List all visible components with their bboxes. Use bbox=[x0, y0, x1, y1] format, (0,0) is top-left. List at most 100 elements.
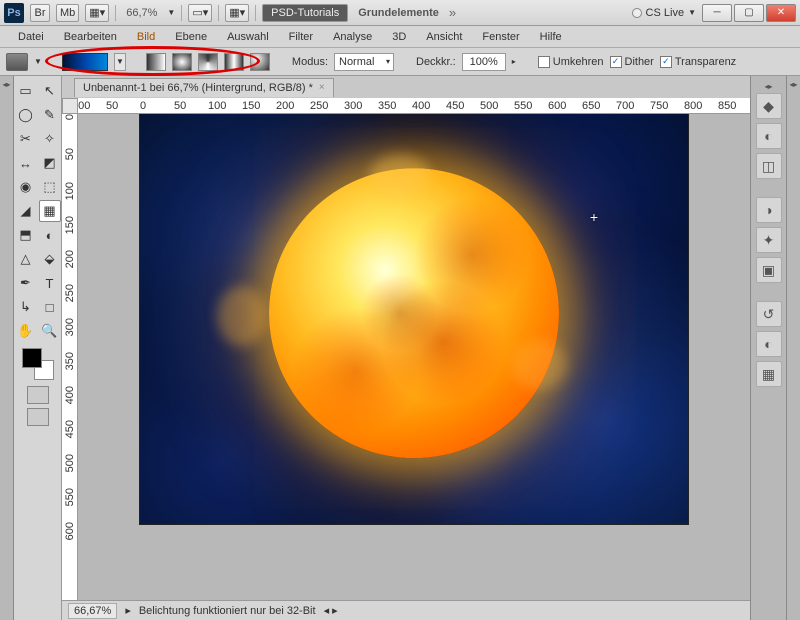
status-arrow-icon[interactable]: ◂ ▸ bbox=[324, 604, 338, 617]
channels-panel-icon[interactable]: ◐ bbox=[756, 123, 782, 149]
blur-tool[interactable]: ⬒ bbox=[15, 224, 37, 246]
gradient-tool[interactable]: ▦ bbox=[39, 200, 61, 222]
arrange-docs-button[interactable]: ▦▾ bbox=[85, 4, 109, 22]
menu-ebene[interactable]: Ebene bbox=[165, 28, 217, 46]
document-tab[interactable]: Unbenannt-1 bei 66,7% (Hintergrund, RGB/… bbox=[74, 78, 334, 97]
shape-tool[interactable]: T bbox=[39, 272, 61, 294]
cslive-icon bbox=[632, 8, 642, 18]
reverse-checkbox[interactable]: Umkehren bbox=[538, 56, 604, 68]
menu-bearbeiten[interactable]: Bearbeiten bbox=[54, 28, 127, 46]
ruler-vertical[interactable]: 050100150200250300350400450500550600 bbox=[62, 114, 78, 600]
gradient-picker[interactable] bbox=[62, 53, 108, 71]
checkbox-icon: ✓ bbox=[660, 56, 672, 68]
type-tool[interactable]: ⬙ bbox=[39, 248, 61, 270]
marquee-tool[interactable]: ▭ bbox=[15, 80, 37, 102]
lasso-tool[interactable]: ◯ bbox=[15, 104, 37, 126]
cslive-button[interactable]: CS Live▼ bbox=[632, 7, 696, 19]
left-dock-edge[interactable]: ◂▸ bbox=[0, 76, 14, 620]
status-bar: 66,67% ▸ Belichtung funktioniert nur bei… bbox=[62, 600, 750, 620]
3d-camera-tool[interactable]: □ bbox=[39, 296, 61, 318]
maximize-button[interactable]: ▢ bbox=[734, 4, 764, 22]
gradient-diamond-button[interactable] bbox=[250, 53, 270, 71]
move-tool[interactable]: ↖ bbox=[39, 80, 61, 102]
extras-button[interactable]: ▦▾ bbox=[225, 4, 249, 22]
zoom-display[interactable]: 66,7% bbox=[122, 7, 161, 19]
menu-bar: Datei Bearbeiten Bild Ebene Auswahl Filt… bbox=[0, 26, 800, 48]
dropdown-icon[interactable]: ▼ bbox=[167, 8, 175, 17]
dropdown-icon[interactable]: ▸ bbox=[512, 57, 516, 66]
cursor-crosshair: + bbox=[590, 209, 598, 225]
quickmask-button[interactable] bbox=[27, 386, 49, 404]
screenmode-button[interactable] bbox=[27, 408, 49, 426]
gradient-reflected-button[interactable] bbox=[224, 53, 244, 71]
history-brush-tool[interactable]: ⬚ bbox=[39, 176, 61, 198]
separator bbox=[181, 5, 182, 21]
viewport[interactable]: + bbox=[78, 114, 750, 600]
info-panel-icon[interactable]: ▦ bbox=[756, 361, 782, 387]
status-message: Belichtung funktioniert nur bei 32-Bit bbox=[139, 605, 316, 617]
status-zoom[interactable]: 66,67% bbox=[68, 603, 117, 619]
menu-hilfe[interactable]: Hilfe bbox=[530, 28, 572, 46]
dropdown-icon[interactable]: ▼ bbox=[34, 57, 42, 66]
wand-tool[interactable]: ✎ bbox=[39, 104, 61, 126]
artboard[interactable]: + bbox=[140, 114, 688, 524]
crop-tool[interactable]: ✂ bbox=[15, 128, 37, 150]
color-swatches[interactable] bbox=[22, 348, 54, 380]
foreground-color[interactable] bbox=[22, 348, 42, 368]
right-dock-edge[interactable]: ◂▸ bbox=[786, 76, 800, 620]
collapse-icon[interactable]: ◂▸ bbox=[764, 82, 772, 91]
heal-tool[interactable]: ↔ bbox=[15, 152, 37, 174]
3d-tool[interactable]: ↳ bbox=[15, 296, 37, 318]
menu-datei[interactable]: Datei bbox=[8, 28, 54, 46]
stamp-tool[interactable]: ◉ bbox=[15, 176, 37, 198]
menu-3d[interactable]: 3D bbox=[382, 28, 416, 46]
paths-panel-icon[interactable]: ◫ bbox=[756, 153, 782, 179]
screen-mode-button[interactable]: ▭▾ bbox=[188, 4, 212, 22]
status-arrow-icon[interactable]: ▸ bbox=[125, 604, 131, 617]
menu-auswahl[interactable]: Auswahl bbox=[217, 28, 279, 46]
opacity-input[interactable]: 100% bbox=[462, 53, 506, 71]
menu-analyse[interactable]: Analyse bbox=[323, 28, 382, 46]
tab-label: Unbenannt-1 bei 66,7% (Hintergrund, RGB/… bbox=[83, 82, 313, 94]
path-tool[interactable]: ✒ bbox=[15, 272, 37, 294]
layers-panel-icon[interactable]: ◆ bbox=[756, 93, 782, 119]
ruler-origin[interactable] bbox=[62, 98, 78, 114]
more-icon[interactable]: » bbox=[449, 5, 453, 20]
eyedropper-tool[interactable]: ✧ bbox=[39, 128, 61, 150]
flare bbox=[217, 286, 267, 346]
minimize-button[interactable]: ─ bbox=[702, 4, 732, 22]
history-panel-icon[interactable]: ↺ bbox=[756, 301, 782, 327]
adjustments-panel-icon[interactable]: ◑ bbox=[756, 197, 782, 223]
brush-tool[interactable]: ◩ bbox=[39, 152, 61, 174]
app-logo: Ps bbox=[4, 3, 24, 23]
close-tab-icon[interactable]: × bbox=[319, 82, 325, 93]
styles-panel-icon[interactable]: ✦ bbox=[756, 227, 782, 253]
flare bbox=[370, 155, 430, 195]
gradient-angle-button[interactable] bbox=[198, 53, 218, 71]
tool-preset-button[interactable] bbox=[6, 53, 28, 71]
dither-checkbox[interactable]: ✓Dither bbox=[610, 56, 654, 68]
ruler-horizontal[interactable]: 1005005010015020025030035040045050055060… bbox=[78, 98, 750, 114]
pen-tool[interactable]: △ bbox=[15, 248, 37, 270]
dodge-tool[interactable]: ◐ bbox=[39, 224, 61, 246]
gradient-radial-button[interactable] bbox=[172, 53, 192, 71]
workspace-button[interactable]: PSD-Tutorials bbox=[262, 4, 348, 22]
transparency-checkbox[interactable]: ✓Transparenz bbox=[660, 56, 736, 68]
mode-select[interactable]: Normal bbox=[334, 53, 394, 71]
menu-filter[interactable]: Filter bbox=[279, 28, 323, 46]
hand-tool[interactable]: ✋ bbox=[15, 320, 37, 342]
menu-fenster[interactable]: Fenster bbox=[472, 28, 529, 46]
gradient-dropdown[interactable]: ▼ bbox=[114, 53, 126, 71]
menu-ansicht[interactable]: Ansicht bbox=[416, 28, 472, 46]
close-button[interactable]: ✕ bbox=[766, 4, 796, 22]
minibridge-button[interactable]: Mb bbox=[56, 4, 79, 22]
eraser-tool[interactable]: ◢ bbox=[15, 200, 37, 222]
gradient-linear-button[interactable] bbox=[146, 53, 166, 71]
bridge-button[interactable]: Br bbox=[30, 4, 50, 22]
actions-panel-icon[interactable]: ◐ bbox=[756, 331, 782, 357]
menu-bild[interactable]: Bild bbox=[127, 28, 165, 46]
collapse-icon: ◂▸ bbox=[2, 80, 10, 89]
masks-panel-icon[interactable]: ▣ bbox=[756, 257, 782, 283]
zoom-tool[interactable]: 🔍 bbox=[39, 320, 61, 342]
workspace2[interactable]: Grundelemente bbox=[354, 7, 443, 19]
